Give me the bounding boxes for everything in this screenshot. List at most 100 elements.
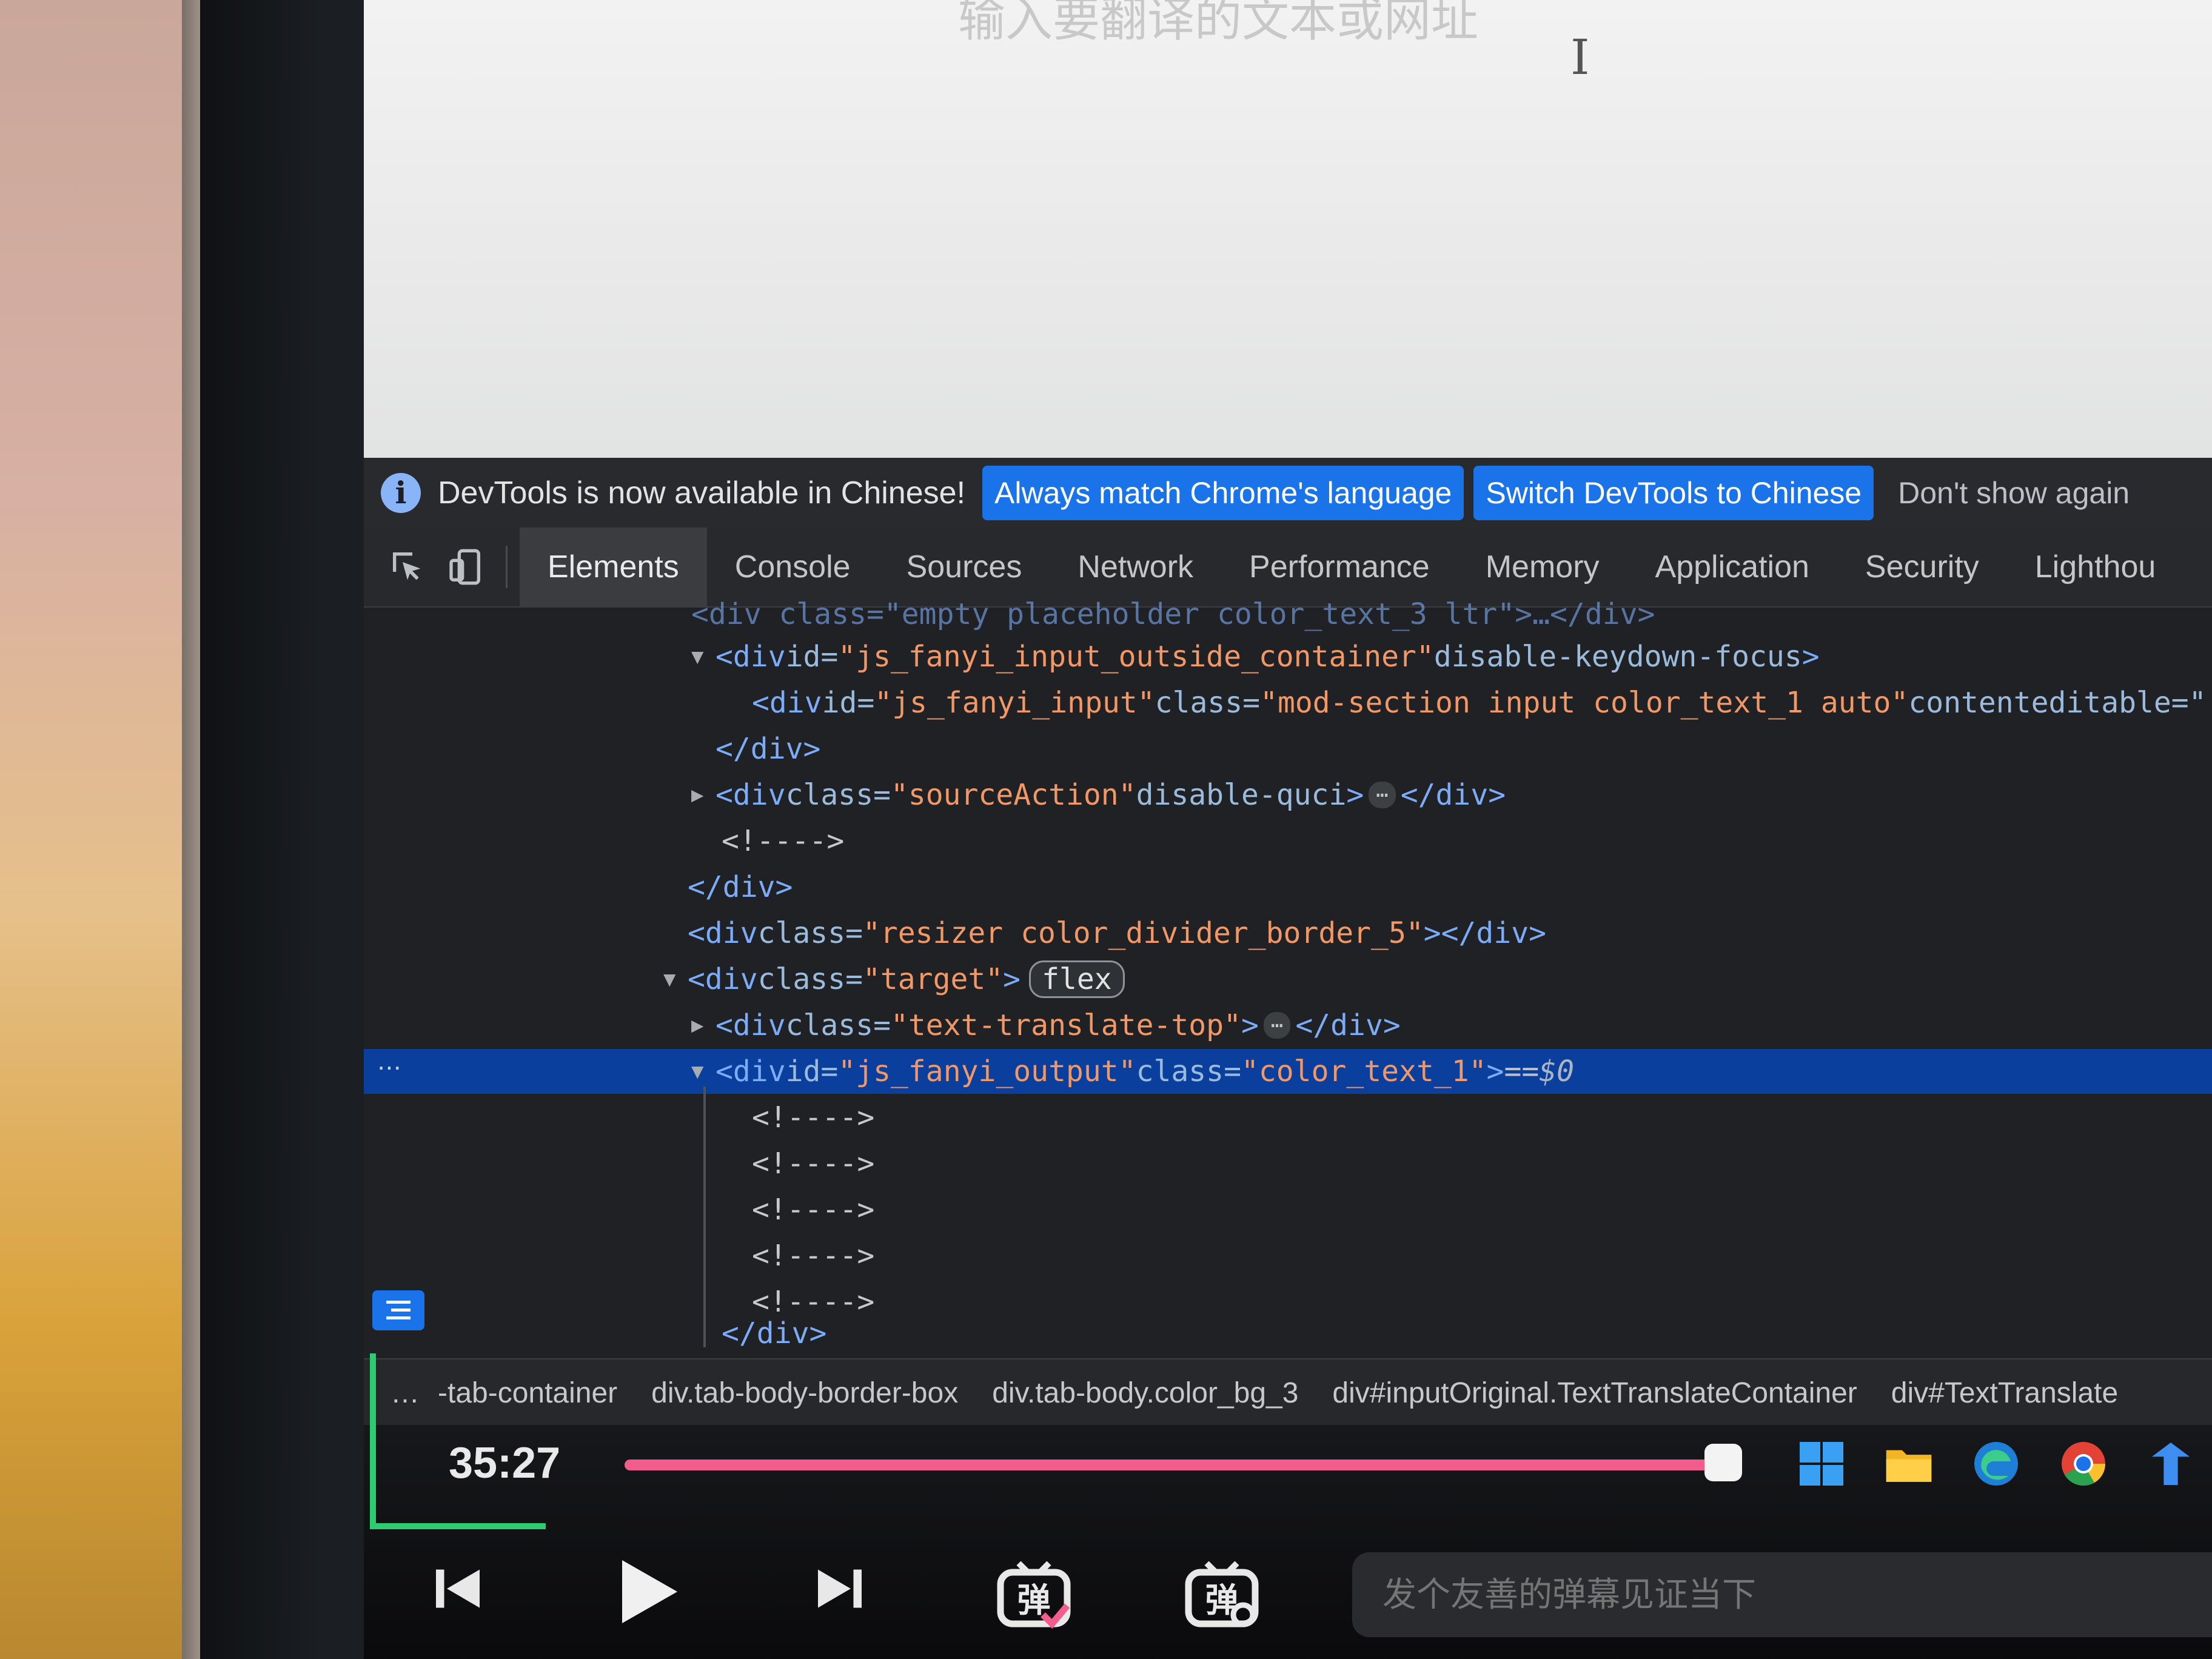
infobar-message: DevTools is now available in Chinese! <box>438 475 966 511</box>
devtools-language-infobar: i DevTools is now available in Chinese! … <box>364 458 2212 529</box>
attr-name: class= <box>785 778 891 812</box>
dont-show-again-link[interactable]: Don't show again <box>1898 475 2130 511</box>
attr-value: "text-translate-top" <box>890 1008 1241 1042</box>
dom-node-input-outside-container[interactable]: ▼ <div id= "js_fanyi_input_outside_contai… <box>364 634 2212 679</box>
dom-node-text: <div class="empty placeholder color_text… <box>691 597 1655 631</box>
inspect-element-icon[interactable] <box>386 545 429 589</box>
flex-badge[interactable]: flex <box>1029 960 1125 998</box>
tag-name: <div <box>716 778 786 812</box>
screen: 输入要翻译的文本或网址 I i DevTools is now availabl… <box>364 0 2212 1659</box>
comment-node: <!----> <box>752 1239 875 1273</box>
danmaku-input-box <box>1352 1552 2212 1637</box>
dom-node-comment[interactable]: <!----> <box>364 1141 2212 1186</box>
comment-node: <!----> <box>722 824 845 858</box>
file-explorer-icon[interactable] <box>1882 1437 1936 1490</box>
tag-name: <div <box>716 640 786 674</box>
dom-node-target[interactable]: ▼ <div class= "target" > flex <box>364 957 2212 1002</box>
attr-name: class= <box>757 962 863 996</box>
expand-triangle-icon[interactable]: ▼ <box>663 967 688 991</box>
progress-bar[interactable] <box>625 1444 1743 1481</box>
dom-node-close[interactable]: </div> <box>364 1311 2212 1356</box>
always-match-language-button[interactable]: Always match Chrome's language <box>982 465 1464 520</box>
switch-to-chinese-button[interactable]: Switch DevTools to Chinese <box>1473 465 1874 520</box>
breadcrumb-item[interactable]: div#TextTranslate <box>1891 1376 2118 1410</box>
tag-end: > <box>1003 962 1021 996</box>
chrome-browser-icon[interactable] <box>2057 1437 2110 1490</box>
sidebar-toggle-icon[interactable] <box>372 1290 424 1330</box>
closing-tag: </div> <box>1295 1008 1401 1042</box>
tag-name: <div <box>688 962 758 996</box>
dom-node-text-translate-top[interactable]: ▶ <div class= "text-translate-top" > ⋯ </div… <box>364 1003 2212 1048</box>
expand-triangle-icon[interactable]: ▼ <box>691 645 716 669</box>
taskbar-tray <box>1795 1437 2212 1490</box>
console-reference: $0 <box>1539 1054 1575 1088</box>
playback-time: 35:27 <box>449 1439 561 1487</box>
tag-name: <div <box>716 1054 786 1088</box>
comment-node: <!----> <box>752 1147 875 1181</box>
dom-node-partial[interactable]: <div class="empty placeholder color_text… <box>364 592 2212 637</box>
play-icon[interactable] <box>606 1552 685 1631</box>
dom-node-comment[interactable]: <!----> <box>364 1233 2212 1278</box>
collapsed-content-badge[interactable]: ⋯ <box>1369 782 1396 808</box>
danmaku-settings-icon[interactable]: 弹 <box>1182 1557 1261 1636</box>
tag-end: > <box>1801 640 1820 674</box>
comment-node: <!----> <box>752 1193 875 1227</box>
attr-name: class= <box>1136 1054 1241 1088</box>
node-actions-dots-icon[interactable]: ⋯ <box>377 1054 401 1082</box>
breadcrumb-item[interactable]: div.tab-body-border-box <box>651 1376 958 1410</box>
attr-value: "js_fanyi_output" <box>838 1054 1136 1088</box>
dom-node-close[interactable]: </div> <box>364 865 2212 910</box>
previous-icon[interactable] <box>431 1561 485 1616</box>
progress-fill <box>625 1460 1724 1470</box>
attr-name: class= <box>757 916 863 950</box>
elements-dom-tree: <div class="empty placeholder color_text… <box>364 597 2212 1358</box>
comment-node: <!----> <box>752 1101 875 1134</box>
attr-name: id= <box>785 1054 839 1088</box>
translate-input-placeholder[interactable]: 输入要翻译的文本或网址 <box>958 0 1478 50</box>
tag-name: <div <box>716 1008 786 1042</box>
attr-value: "js_fanyi_input" <box>874 686 1155 720</box>
dom-node-comment[interactable]: <!----> <box>364 1095 2212 1140</box>
expand-triangle-icon[interactable]: ▶ <box>691 783 716 807</box>
closing-tag: </div> <box>716 732 821 766</box>
expand-triangle-icon[interactable]: ▶ <box>691 1013 716 1037</box>
danmaku-input[interactable] <box>1381 1574 2172 1615</box>
attr-name: class= <box>1155 686 1261 720</box>
breadcrumb-item[interactable]: div.tab-body.color_bg_3 <box>992 1376 1298 1410</box>
pinned-app-icon[interactable] <box>2144 1437 2197 1490</box>
elements-breadcrumb: … -tab-container div.tab-body-border-box… <box>364 1358 2212 1426</box>
info-icon: i <box>381 472 421 513</box>
tag-end: > <box>1486 1054 1504 1088</box>
next-icon[interactable] <box>813 1561 867 1616</box>
device-toolbar-icon[interactable] <box>444 545 488 589</box>
dom-node-js-fanyi-input[interactable]: <div id= "js_fanyi_input" class= "mod-sect… <box>364 680 2212 725</box>
tag-name: <div <box>752 686 822 720</box>
edge-browser-icon[interactable] <box>1969 1437 2023 1490</box>
attr-name: id= <box>822 686 875 720</box>
attr-value: "mod-section input color_text_1 auto" <box>1260 686 1909 720</box>
attr-value: "sourceAction" <box>890 778 1136 812</box>
breadcrumb-item[interactable]: div#inputOriginal.TextTranslateContainer <box>1332 1376 1857 1410</box>
attr-value: "target" <box>862 962 1004 996</box>
closing-tag: </div> <box>722 1316 827 1350</box>
dom-node-source-action[interactable]: ▶ <div class= "sourceAction" disable-quci… <box>364 773 2212 817</box>
dom-node-close[interactable]: </div> <box>364 726 2212 771</box>
attr-value: "color_text_1" <box>1241 1054 1487 1088</box>
collapsed-content-badge[interactable]: ⋯ <box>1263 1012 1291 1039</box>
progress-knob[interactable] <box>1704 1444 1743 1481</box>
dom-node-comment[interactable]: <!----> <box>364 1187 2212 1232</box>
windows-start-icon[interactable] <box>1795 1437 1848 1490</box>
dom-node-comment[interactable]: <!----> <box>364 819 2212 863</box>
indent-guide-line <box>703 1087 706 1347</box>
attr-name: id= <box>785 640 839 674</box>
attr-name: contenteditable=" <box>1908 686 2207 720</box>
toolbar-separator <box>506 546 508 588</box>
danmaku-toggle-icon[interactable]: 弹 <box>994 1557 1073 1636</box>
attr-value: "resizer color_divider_border_5" <box>862 916 1424 950</box>
expand-triangle-icon[interactable]: ▼ <box>691 1059 716 1084</box>
dom-node-js-fanyi-output-selected[interactable]: ▼ <div id= "js_fanyi_output" class= "color… <box>364 1049 2212 1094</box>
attr-value: "js_fanyi_input_outside_container" <box>838 640 1434 674</box>
attr-name: class= <box>785 1008 891 1042</box>
dom-node-resizer[interactable]: <div class= "resizer color_divider_border… <box>364 911 2212 956</box>
tag-end: ></div> <box>1423 916 1547 950</box>
